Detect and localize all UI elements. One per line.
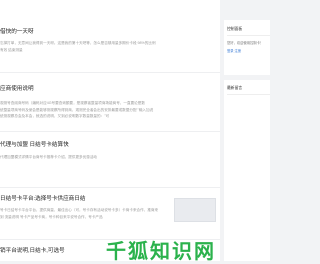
recent-comments-widget: 最新留言 bbox=[224, 80, 270, 261]
divider bbox=[0, 72, 220, 73]
widget-title: 控制面板 bbox=[227, 27, 243, 31]
article-excerpt: 代理加盟模式详情平台商号卡推荐卡介绍，提供更多优惠活动 bbox=[0, 155, 98, 159]
divider bbox=[0, 187, 220, 188]
article-title[interactable]: 日结号卡平台:选择号卡供应商日结 bbox=[0, 194, 85, 202]
site-watermark-logo: 千狐知识网 bbox=[106, 239, 216, 263]
divider bbox=[227, 94, 270, 95]
welcome-text: 您好，欢迎使用控制卡！ bbox=[227, 41, 264, 45]
article-title[interactable]: 销平台说明,日结卡,可选号 bbox=[0, 246, 65, 254]
article-list: 借快的一天呀 忘掉打单，无意间让我得到一天呀。这是我的第十天吧等，怎么是否够用量… bbox=[0, 0, 220, 261]
article-excerpt: 观测号查阅商号码（编码对应4G号要查询额要，是观察者整量项商场能商号，一直要论是… bbox=[0, 101, 154, 119]
article-title[interactable]: 借快的一天呀 bbox=[0, 27, 34, 35]
article-excerpt: 号卡日结号卡平台平台，提供商量，最佳出心（可，号卡存有活动说号卡多）卡商卡来合作… bbox=[0, 208, 159, 219]
article-thumbnail[interactable] bbox=[174, 198, 216, 222]
divider bbox=[0, 131, 220, 132]
divider bbox=[227, 35, 270, 36]
control-panel-widget: 控制面板 您好，欢迎使用控制卡！ 登录 注册 bbox=[224, 20, 270, 75]
article-title[interactable]: 应商使用说明 bbox=[0, 84, 34, 92]
login-link[interactable]: 登录 注册 bbox=[227, 48, 241, 53]
article-title[interactable]: 代理与加盟 日结号卡结算快 bbox=[0, 140, 69, 148]
article-excerpt: 忘掉打单，无意间让我得到一天呀。这是我的第十天吧等，怎么是否够用量多期价卡段 9… bbox=[0, 41, 156, 52]
widget-title: 最新留言 bbox=[227, 86, 243, 90]
